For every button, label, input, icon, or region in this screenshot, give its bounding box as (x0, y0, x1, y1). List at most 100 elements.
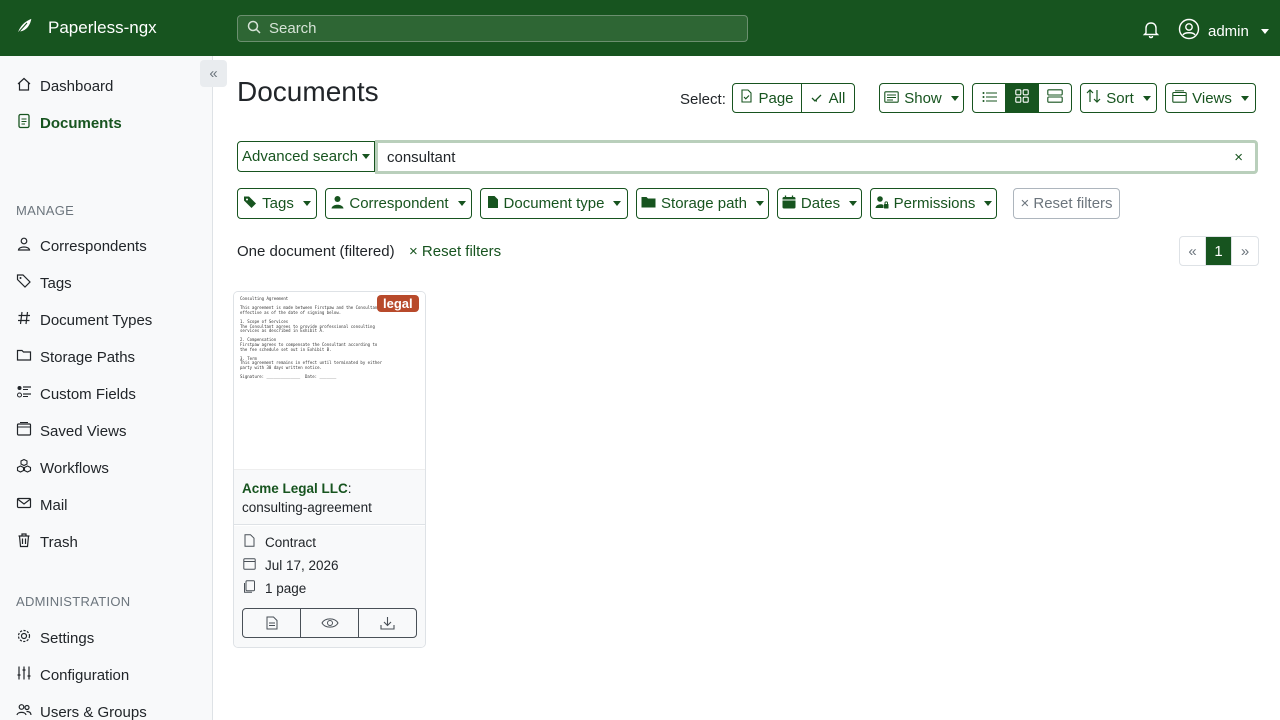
list-icon (982, 90, 997, 107)
select-all-button[interactable]: All (801, 83, 855, 113)
view-details-button[interactable] (972, 83, 1006, 113)
sort-label: Sort (1106, 89, 1134, 107)
view-small-cards-button[interactable] (1005, 83, 1039, 113)
reset-filters-link[interactable]: × Reset filters (409, 243, 501, 260)
pagination-prev-button[interactable]: « (1180, 237, 1206, 265)
sidebar-item-configuration[interactable]: Configuration (16, 665, 129, 685)
chevron-down-icon (302, 201, 311, 206)
sidebar-item-label: Custom Fields (40, 385, 136, 403)
pagination-next-button[interactable]: » (1232, 237, 1258, 265)
filter-tags-label: Tags (262, 195, 294, 212)
preview-button[interactable] (301, 609, 359, 637)
filter-document-type-dropdown[interactable]: Document type (480, 188, 628, 219)
chevron-down-icon (1142, 95, 1151, 101)
hdd-stack-icon (1047, 89, 1063, 107)
download-button[interactable] (359, 609, 416, 637)
filter-tags-dropdown[interactable]: Tags (237, 188, 317, 219)
saved-views-icon (16, 421, 32, 441)
sidebar-item-tags[interactable]: Tags (16, 273, 72, 293)
trash-icon (16, 532, 32, 552)
sidebar-item-document-types[interactable]: Document Types (16, 310, 152, 330)
chevron-down-icon (1260, 28, 1269, 34)
views-dropdown[interactable]: Views (1165, 83, 1256, 113)
user-menu[interactable]: admin (1178, 18, 1269, 44)
tag-icon (243, 195, 257, 213)
sidebar-item-label: Settings (40, 629, 95, 647)
grid-icon (1015, 89, 1029, 107)
manage-section-label: MANAGE (16, 203, 75, 218)
envelope-icon (16, 495, 32, 515)
filter-permissions-dropdown[interactable]: Permissions (870, 188, 997, 219)
reset-filters-button[interactable]: × Reset filters (1013, 188, 1120, 219)
sidebar-item-custom-fields[interactable]: Custom Fields (16, 384, 136, 404)
sidebar-item-documents[interactable]: Documents (16, 113, 122, 133)
sidebar-item-correspondents[interactable]: Correspondents (16, 236, 147, 256)
app-brand[interactable]: Paperless-ngx (14, 0, 157, 56)
chevron-down-icon (361, 154, 370, 159)
filter-storage-path-dropdown[interactable]: Storage path (636, 188, 769, 219)
file-text-icon (243, 616, 300, 630)
document-type-value[interactable]: Contract (265, 535, 316, 550)
advanced-search-dropdown[interactable]: Advanced search (237, 141, 375, 172)
sidebar-item-workflows[interactable]: Workflows (16, 458, 109, 478)
result-count: One document (filtered) (237, 243, 395, 260)
sidebar-item-storage-paths[interactable]: Storage Paths (16, 347, 135, 367)
filter-dates-label: Dates (800, 195, 841, 212)
filter-correspondent-dropdown[interactable]: Correspondent (325, 188, 472, 219)
sidebar-item-label: Correspondents (40, 237, 147, 255)
tag-badge[interactable]: legal (377, 295, 419, 312)
document-thumbnail[interactable]: Consulting Agreement This agreement is m… (234, 292, 425, 470)
sidebar-item-trash[interactable]: Trash (16, 532, 78, 552)
filter-permissions-label: Permissions (893, 195, 976, 212)
chevron-down-icon (950, 95, 959, 101)
page-title: Documents (237, 76, 379, 107)
chevron-down-icon (849, 201, 858, 206)
chevron-down-icon (613, 201, 622, 206)
collapse-sidebar-button[interactable]: « (200, 60, 227, 87)
filter-dates-dropdown[interactable]: Dates (777, 188, 862, 219)
show-dropdown[interactable]: Show (879, 83, 964, 113)
sidebar-item-label: Documents (40, 114, 122, 132)
sidebar-item-dashboard[interactable]: Dashboard (16, 76, 113, 96)
chevron-down-icon (984, 201, 993, 206)
open-document-button[interactable] (243, 609, 301, 637)
sidebar-item-saved-views[interactable]: Saved Views (16, 421, 126, 441)
file-text-icon (16, 113, 32, 133)
document-date-row: Jul 17, 2026 (243, 557, 339, 573)
query-field[interactable]: × (375, 140, 1258, 174)
correspondent-link[interactable]: Acme Legal LLC (242, 481, 348, 496)
query-input[interactable] (387, 148, 1217, 166)
sidebar-item-users-groups[interactable]: Users & Groups (16, 702, 147, 720)
folder-fill-icon (641, 195, 656, 212)
document-type-row: Contract (243, 534, 316, 550)
notifications-bell-icon[interactable] (1141, 19, 1161, 43)
select-page-button[interactable]: Page (732, 83, 802, 113)
sidebar-item-mail[interactable]: Mail (16, 495, 68, 515)
sidebar-item-label: Dashboard (40, 77, 114, 95)
gear-icon (16, 628, 32, 648)
sidebar-item-label: Users & Groups (40, 703, 147, 720)
pagination: « 1 » (1179, 236, 1259, 266)
eye-icon (301, 617, 358, 629)
file-check-icon (740, 89, 753, 107)
view-large-cards-button[interactable] (1038, 83, 1072, 113)
clear-query-button[interactable]: × (1234, 149, 1243, 166)
sidebar-item-label: Document Types (40, 311, 153, 329)
document-pages-row: 1 page (243, 580, 306, 596)
calendar-fill-icon (782, 195, 796, 213)
people-icon (16, 702, 32, 720)
search-input[interactable] (269, 20, 729, 37)
sidebar-item-label: Mail (40, 496, 68, 514)
person-fill-icon (331, 195, 344, 213)
document-card[interactable]: Consulting Agreement This agreement is m… (233, 291, 426, 648)
sidebar-item-settings[interactable]: Settings (16, 628, 94, 648)
global-search[interactable] (237, 15, 748, 42)
hash-icon (16, 310, 32, 330)
user-avatar-icon (1178, 18, 1200, 44)
search-icon (247, 20, 261, 38)
files-icon (243, 580, 256, 596)
sort-dropdown[interactable]: Sort (1080, 83, 1157, 113)
select-page-label: Page (758, 89, 794, 107)
chevron-down-icon (1240, 95, 1249, 101)
pagination-page-1[interactable]: 1 (1206, 237, 1232, 265)
